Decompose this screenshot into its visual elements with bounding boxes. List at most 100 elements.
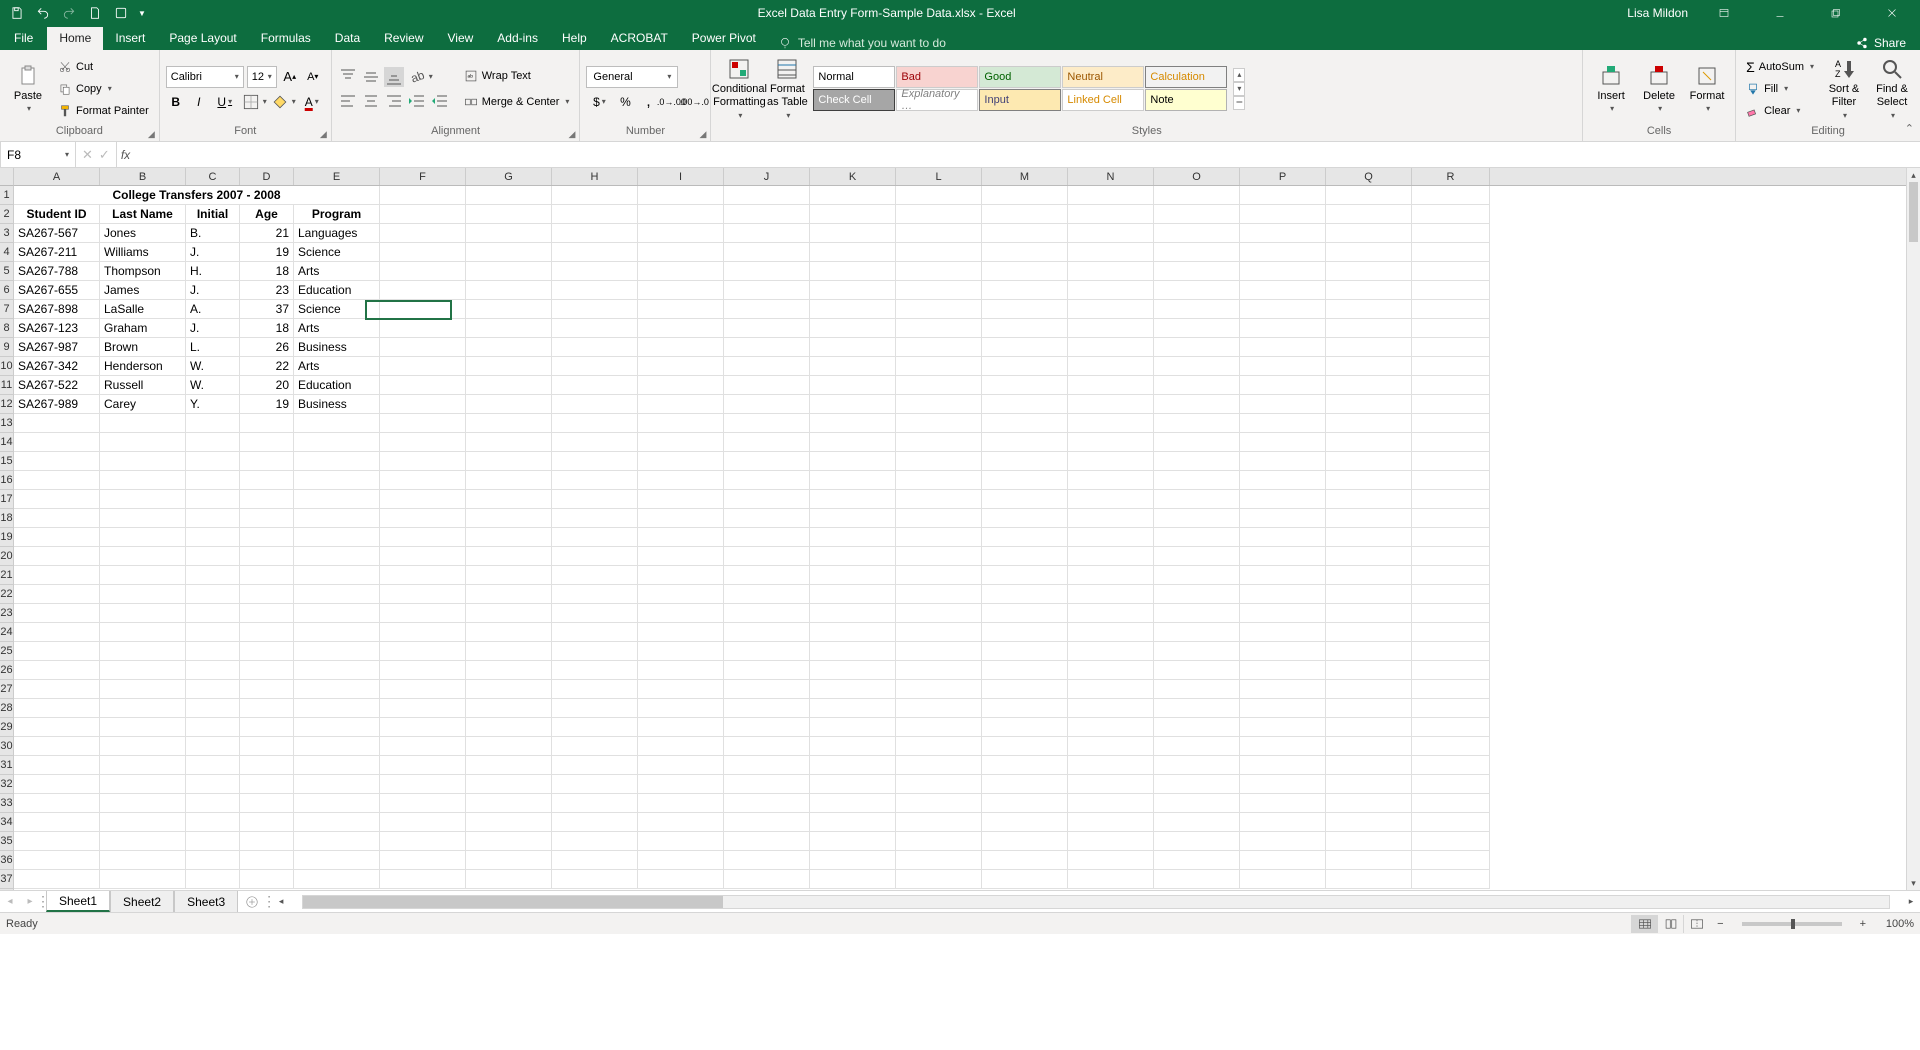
cell[interactable] xyxy=(14,528,100,547)
cell[interactable] xyxy=(1412,395,1490,414)
cell[interactable] xyxy=(294,566,380,585)
touch-mode-icon[interactable] xyxy=(110,2,132,24)
cell[interactable] xyxy=(466,243,552,262)
cell[interactable] xyxy=(1240,319,1326,338)
cell[interactable] xyxy=(100,737,186,756)
cell[interactable]: 26 xyxy=(240,338,294,357)
cell[interactable] xyxy=(294,775,380,794)
cell[interactable] xyxy=(1412,585,1490,604)
format-painter-button[interactable]: Format Painter xyxy=(54,100,153,122)
cell[interactable] xyxy=(982,737,1068,756)
cell[interactable]: Education xyxy=(294,281,380,300)
cell[interactable]: Business xyxy=(294,395,380,414)
cell[interactable] xyxy=(982,775,1068,794)
row-header-1[interactable]: 1 xyxy=(0,186,13,205)
cell[interactable] xyxy=(466,338,552,357)
cell[interactable] xyxy=(1326,186,1412,205)
find-select-button[interactable]: Find & Select▾ xyxy=(1870,55,1914,123)
cell[interactable] xyxy=(896,509,982,528)
ribbon-display-icon[interactable] xyxy=(1704,0,1744,26)
cell[interactable] xyxy=(810,737,896,756)
cell[interactable] xyxy=(466,870,552,889)
cell[interactable] xyxy=(14,661,100,680)
cell[interactable] xyxy=(982,528,1068,547)
cell[interactable] xyxy=(1412,680,1490,699)
row-header-5[interactable]: 5 xyxy=(0,262,13,281)
cell[interactable] xyxy=(1068,357,1154,376)
cell[interactable] xyxy=(982,205,1068,224)
cell[interactable] xyxy=(14,414,100,433)
cell[interactable] xyxy=(552,642,638,661)
cell[interactable] xyxy=(982,243,1068,262)
row-header-34[interactable]: 34 xyxy=(0,813,13,832)
scroll-down-icon[interactable]: ▾ xyxy=(1907,876,1920,890)
cell[interactable] xyxy=(810,623,896,642)
col-header-Q[interactable]: Q xyxy=(1326,168,1412,185)
cell[interactable] xyxy=(1240,243,1326,262)
cell[interactable]: Jones xyxy=(100,224,186,243)
cell[interactable] xyxy=(896,680,982,699)
cells-area[interactable]: College Transfers 2007 - 2008Student IDL… xyxy=(14,186,1906,890)
cell[interactable] xyxy=(552,243,638,262)
cell[interactable] xyxy=(380,851,466,870)
cell[interactable] xyxy=(100,471,186,490)
col-header-N[interactable]: N xyxy=(1068,168,1154,185)
cell[interactable] xyxy=(552,357,638,376)
merge-center-button[interactable]: Merge & Center▾ xyxy=(460,91,574,113)
row-header-28[interactable]: 28 xyxy=(0,699,13,718)
cell[interactable] xyxy=(466,737,552,756)
cell[interactable] xyxy=(810,642,896,661)
row-header-25[interactable]: 25 xyxy=(0,642,13,661)
cell[interactable] xyxy=(896,585,982,604)
cell[interactable] xyxy=(466,433,552,452)
cell[interactable]: 18 xyxy=(240,319,294,338)
cell[interactable] xyxy=(1154,851,1240,870)
cell[interactable] xyxy=(1326,699,1412,718)
redo-icon[interactable] xyxy=(58,2,80,24)
cell[interactable] xyxy=(1412,509,1490,528)
row-header-6[interactable]: 6 xyxy=(0,281,13,300)
cell[interactable] xyxy=(294,718,380,737)
cell[interactable] xyxy=(810,433,896,452)
cell[interactable] xyxy=(100,566,186,585)
scroll-left-icon[interactable]: ◂ xyxy=(274,895,288,909)
cell[interactable] xyxy=(380,566,466,585)
cell[interactable]: Graham xyxy=(100,319,186,338)
cell[interactable] xyxy=(1412,357,1490,376)
cell[interactable] xyxy=(294,509,380,528)
cell[interactable] xyxy=(638,414,724,433)
cell[interactable] xyxy=(466,376,552,395)
zoom-slider[interactable] xyxy=(1742,922,1842,926)
row-header-27[interactable]: 27 xyxy=(0,680,13,699)
col-header-R[interactable]: R xyxy=(1412,168,1490,185)
cell[interactable] xyxy=(1068,433,1154,452)
cell[interactable] xyxy=(466,528,552,547)
cell[interactable] xyxy=(724,338,810,357)
cell[interactable]: Williams xyxy=(100,243,186,262)
cell[interactable]: 19 xyxy=(240,395,294,414)
cell[interactable] xyxy=(638,186,724,205)
conditional-formatting-button[interactable]: Conditional Formatting▾ xyxy=(717,55,761,123)
cell[interactable] xyxy=(240,870,294,889)
col-header-J[interactable]: J xyxy=(724,168,810,185)
cell[interactable] xyxy=(100,870,186,889)
align-top-icon[interactable] xyxy=(338,67,358,87)
row-header-4[interactable]: 4 xyxy=(0,243,13,262)
cell[interactable] xyxy=(982,642,1068,661)
cell[interactable] xyxy=(1240,471,1326,490)
user-name[interactable]: Lisa Mildon xyxy=(1627,6,1688,20)
cell[interactable]: Education xyxy=(294,376,380,395)
align-left-icon[interactable] xyxy=(338,91,358,111)
cell[interactable] xyxy=(1412,281,1490,300)
cell-styles-gallery[interactable]: NormalBadGoodNeutralCalculationCheck Cel… xyxy=(813,66,1227,111)
cell[interactable] xyxy=(380,870,466,889)
cell[interactable] xyxy=(186,794,240,813)
cell[interactable] xyxy=(380,756,466,775)
cell[interactable] xyxy=(14,756,100,775)
cell[interactable] xyxy=(638,642,724,661)
cell[interactable] xyxy=(1154,832,1240,851)
cell[interactable] xyxy=(240,794,294,813)
cell[interactable] xyxy=(896,452,982,471)
cell[interactable] xyxy=(552,509,638,528)
cell[interactable] xyxy=(1240,376,1326,395)
